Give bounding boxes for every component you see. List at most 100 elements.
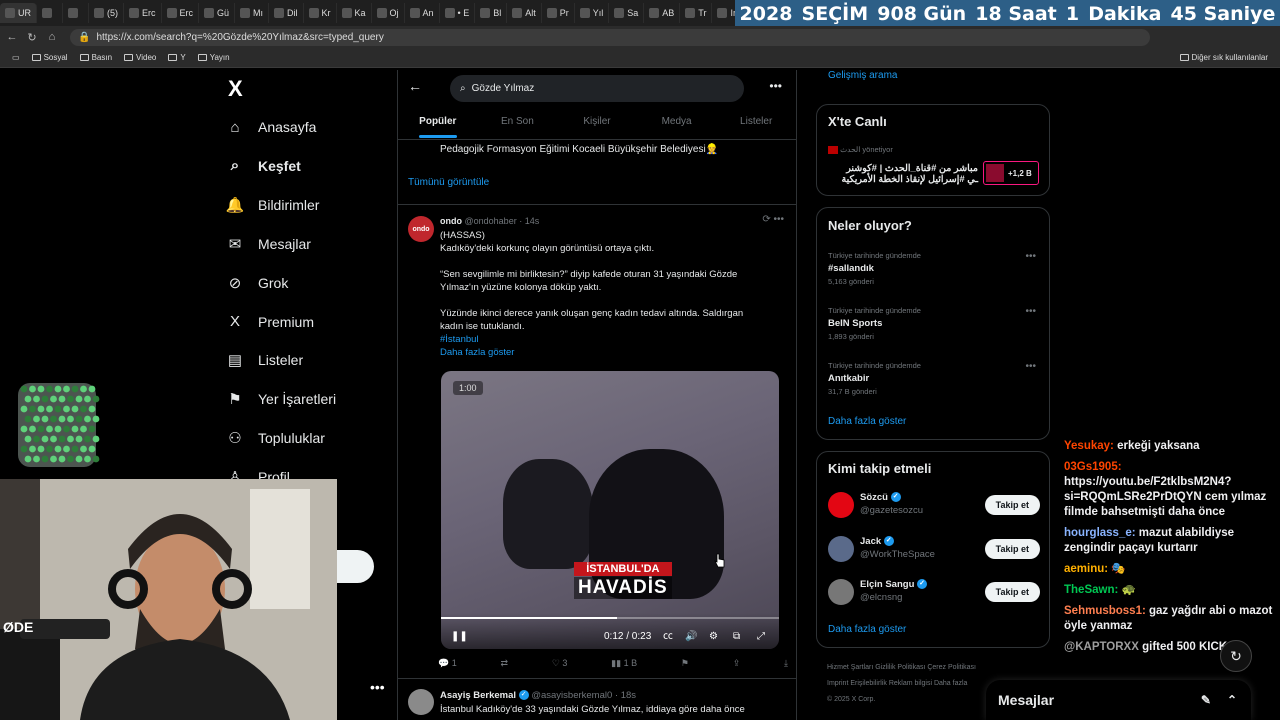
follow-suggestion[interactable]: Jack ✓ @WorkTheSpace Takip et — [828, 535, 1040, 566]
live-listener-count[interactable]: +1,2 B — [983, 161, 1039, 185]
bookmark-folder[interactable]: Yayın — [197, 53, 230, 62]
browser-tab[interactable]: Tr — [680, 3, 713, 23]
browser-tab[interactable]: Bl — [475, 3, 508, 23]
messages-drawer[interactable]: Mesajlar ✎ ⌃ — [986, 680, 1251, 720]
browser-tab[interactable]: Erc — [162, 3, 199, 23]
tweet-author-name[interactable]: ondo — [440, 216, 462, 226]
bookmark-folder[interactable]: Basın — [79, 53, 112, 62]
trend-item[interactable]: Türkiye tarihinde gündemde ••• Anıtkabir 31… — [828, 361, 1040, 396]
chat-username[interactable]: aeminu: — [1064, 563, 1108, 575]
tweet-author-handle[interactable]: @ondohaber — [465, 216, 517, 226]
browser-tab[interactable] — [37, 3, 63, 23]
follow-avatar[interactable] — [828, 492, 854, 518]
download-icon[interactable]: ⤓ — [784, 658, 788, 669]
chat-username[interactable]: TheSawn: — [1064, 584, 1118, 596]
who-show-more[interactable]: Daha fazla göster — [828, 624, 906, 635]
account-menu-icon[interactable]: ••• — [370, 679, 385, 695]
more-options-icon[interactable]: ••• — [769, 79, 782, 93]
tweet2-handle[interactable]: @asayisberkemal0 · 18s — [531, 690, 636, 701]
browser-tab[interactable]: Dil — [269, 3, 304, 23]
search-tab[interactable]: Medya — [637, 108, 717, 139]
follow-avatar[interactable] — [828, 579, 854, 605]
browser-tab[interactable]: Mı — [235, 3, 270, 23]
nav-item-anasayfa[interactable]: ⌂ Anasayfa — [226, 112, 316, 142]
retweet-button[interactable]: ⇄ — [501, 658, 509, 669]
tweet2-avatar[interactable] — [408, 689, 434, 715]
bookmark-folder[interactable]: Sosyal — [31, 53, 68, 62]
nav-item-yer-i̇şaretleri[interactable]: ⚑ Yer İşaretleri — [226, 384, 336, 414]
hashtag-link[interactable]: #İstanbul — [440, 333, 780, 346]
chat-username[interactable]: hourglass_e: — [1064, 527, 1136, 539]
nav-item-premium[interactable]: X Premium — [226, 307, 314, 337]
chat-username[interactable]: 03Gs1905: — [1064, 461, 1122, 473]
tweet-time[interactable]: · 14s — [519, 216, 539, 226]
expand-icon[interactable]: ⌃ — [1227, 693, 1237, 707]
browser-tab[interactable]: AB — [644, 3, 681, 23]
reply-button[interactable]: 💬 1 — [438, 658, 457, 669]
show-more-link[interactable]: Daha fazla göster — [440, 346, 780, 359]
url-field[interactable]: 🔒 https://x.com/search?q=%20Gözde%20Yılm… — [70, 28, 1150, 46]
search-input[interactable]: ⌕ Gözde Yılmaz — [450, 75, 744, 102]
tweet-avatar[interactable]: ondo — [408, 216, 434, 242]
home-icon[interactable]: ⌂ — [44, 31, 60, 43]
browser-tab[interactable]: UR — [0, 3, 37, 23]
tweet-video[interactable]: 1:00 İSTANBUL'DA HAVADİS ❚❚ 0:12 / 0:23 … — [441, 371, 779, 649]
refresh-icon[interactable]: ↻ — [24, 31, 40, 44]
follow-suggestion[interactable]: Sözcü ✓ @gazetesozcu Takip et — [828, 492, 1040, 522]
share-icon[interactable]: ⇪ — [733, 658, 741, 669]
bookmark-folder[interactable]: Y — [168, 53, 186, 62]
tweet-more-icon[interactable]: ••• — [773, 214, 784, 225]
browser-tab[interactable]: Gü — [199, 3, 236, 23]
nav-item-grok[interactable]: ⊘ Grok — [226, 268, 289, 298]
pip-icon[interactable]: ⧉ — [733, 631, 740, 642]
live-host[interactable]: الحدث yönetiyor — [828, 145, 893, 155]
browser-tab[interactable]: • E — [440, 3, 476, 23]
browser-tab[interactable]: Sa — [609, 3, 645, 23]
back-arrow-icon[interactable]: ← — [408, 78, 422, 94]
trends-show-more[interactable]: Daha fazla göster — [828, 416, 906, 427]
browser-tab[interactable]: Kr — [304, 3, 337, 23]
browser-tab[interactable]: Erc — [124, 3, 162, 23]
nav-item-keşfet[interactable]: ⌕ Keşfet — [226, 151, 301, 181]
nav-item-topluluklar[interactable]: ⚇ Topluluklar — [226, 423, 325, 453]
back-icon[interactable]: ← — [4, 31, 20, 43]
browser-tab[interactable]: Ka — [337, 3, 372, 23]
settings-gear-icon[interactable]: ⚙ — [709, 631, 718, 642]
search-tab[interactable]: Kişiler — [557, 108, 637, 139]
bookmark-icon[interactable]: ⚑ — [681, 658, 689, 669]
other-bookmarks[interactable]: Diğer sık kullanılanlar — [1179, 53, 1268, 62]
tweet2-author-name[interactable]: Asayiş Berkemal — [440, 690, 516, 701]
advanced-search-link[interactable]: Gelişmiş arama — [828, 70, 897, 81]
follow-button[interactable]: Takip et — [984, 495, 1040, 515]
fullscreen-icon[interactable]: ⤢ — [757, 631, 765, 642]
grok-icon[interactable]: ⟳ — [762, 214, 770, 225]
trend-more-icon[interactable]: ••• — [1025, 251, 1036, 262]
trend-more-icon[interactable]: ••• — [1025, 361, 1036, 372]
live-text[interactable]: مباشر من #قناة_الحدث | #كوشنر ـي #إسرائي… — [828, 163, 978, 185]
volume-icon[interactable]: 🔊 — [685, 631, 697, 642]
follow-suggestion[interactable]: Elçin Sangu ✓ @elcnsng Takip et — [828, 579, 1040, 609]
see-all-link[interactable]: Tümünü görüntüle — [408, 177, 489, 188]
browser-tab[interactable]: Oj — [372, 3, 405, 23]
trend-item[interactable]: Türkiye tarihinde gündemde ••• #sallandık 5… — [828, 251, 1040, 286]
footer-line[interactable]: Hizmet Şartları Gizlilik Politikası Çere… — [827, 660, 1047, 676]
pause-icon[interactable]: ❚❚ — [451, 631, 468, 642]
follow-button[interactable]: Takip et — [984, 538, 1040, 559]
browser-tab[interactable]: An — [405, 3, 440, 23]
chat-username[interactable]: Yesukay: — [1064, 440, 1114, 452]
follow-button[interactable]: Takip et — [984, 582, 1040, 602]
browser-tab[interactable]: Yıl — [575, 3, 610, 23]
chat-username[interactable]: @KAPTORXX — [1064, 641, 1139, 653]
x-logo[interactable]: X — [228, 76, 243, 102]
nav-item-mesajlar[interactable]: ✉ Mesajlar — [226, 229, 311, 259]
chat-username[interactable]: Sehmusboss1: — [1064, 605, 1146, 617]
browser-tab[interactable]: (5) — [89, 3, 124, 23]
video-progress-bar[interactable] — [441, 617, 779, 619]
nav-item-listeler[interactable]: ▤ Listeler — [226, 345, 303, 375]
browser-tab[interactable]: Pr — [542, 3, 575, 23]
new-message-icon[interactable]: ✎ — [1201, 693, 1211, 707]
search-tab[interactable]: Popüler — [398, 108, 478, 139]
trend-more-icon[interactable]: ••• — [1025, 306, 1036, 317]
chat-reply-icon[interactable]: ↻ — [1220, 640, 1252, 672]
search-tab[interactable]: En Son — [478, 108, 558, 139]
